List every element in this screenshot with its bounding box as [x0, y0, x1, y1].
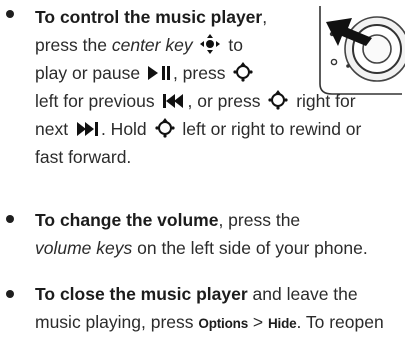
bullet-control-music-player: To control the music player, press the c…	[0, 0, 404, 175]
bullet-change-volume: To change the volume, press the volume k…	[0, 205, 404, 265]
music-player-instructions: To control the music player, press the c…	[0, 0, 405, 340]
bullet-close-music-player: To close the music player and leave the …	[0, 278, 404, 340]
next-track-icon	[76, 122, 98, 136]
bullet-dot	[6, 290, 14, 298]
menu-hide-label: Hide	[267, 316, 297, 331]
navigation-key-icon	[200, 34, 221, 54]
center-key-term: center key	[111, 35, 193, 55]
navigation-key-icon	[154, 118, 175, 138]
play-pause-icon	[147, 66, 170, 80]
bullet-title: To control the music player	[35, 7, 263, 27]
bullet-title: To close the music player	[35, 284, 248, 304]
navigation-key-icon	[233, 62, 253, 82]
navigation-key-icon	[268, 90, 288, 110]
bullet-title: To change the volume	[35, 210, 219, 230]
bullet-dot	[6, 10, 14, 18]
previous-track-icon	[162, 94, 183, 108]
volume-keys-term: volume keys	[35, 238, 133, 258]
bullet-dot	[6, 215, 14, 223]
menu-options-label: Options	[198, 316, 249, 331]
